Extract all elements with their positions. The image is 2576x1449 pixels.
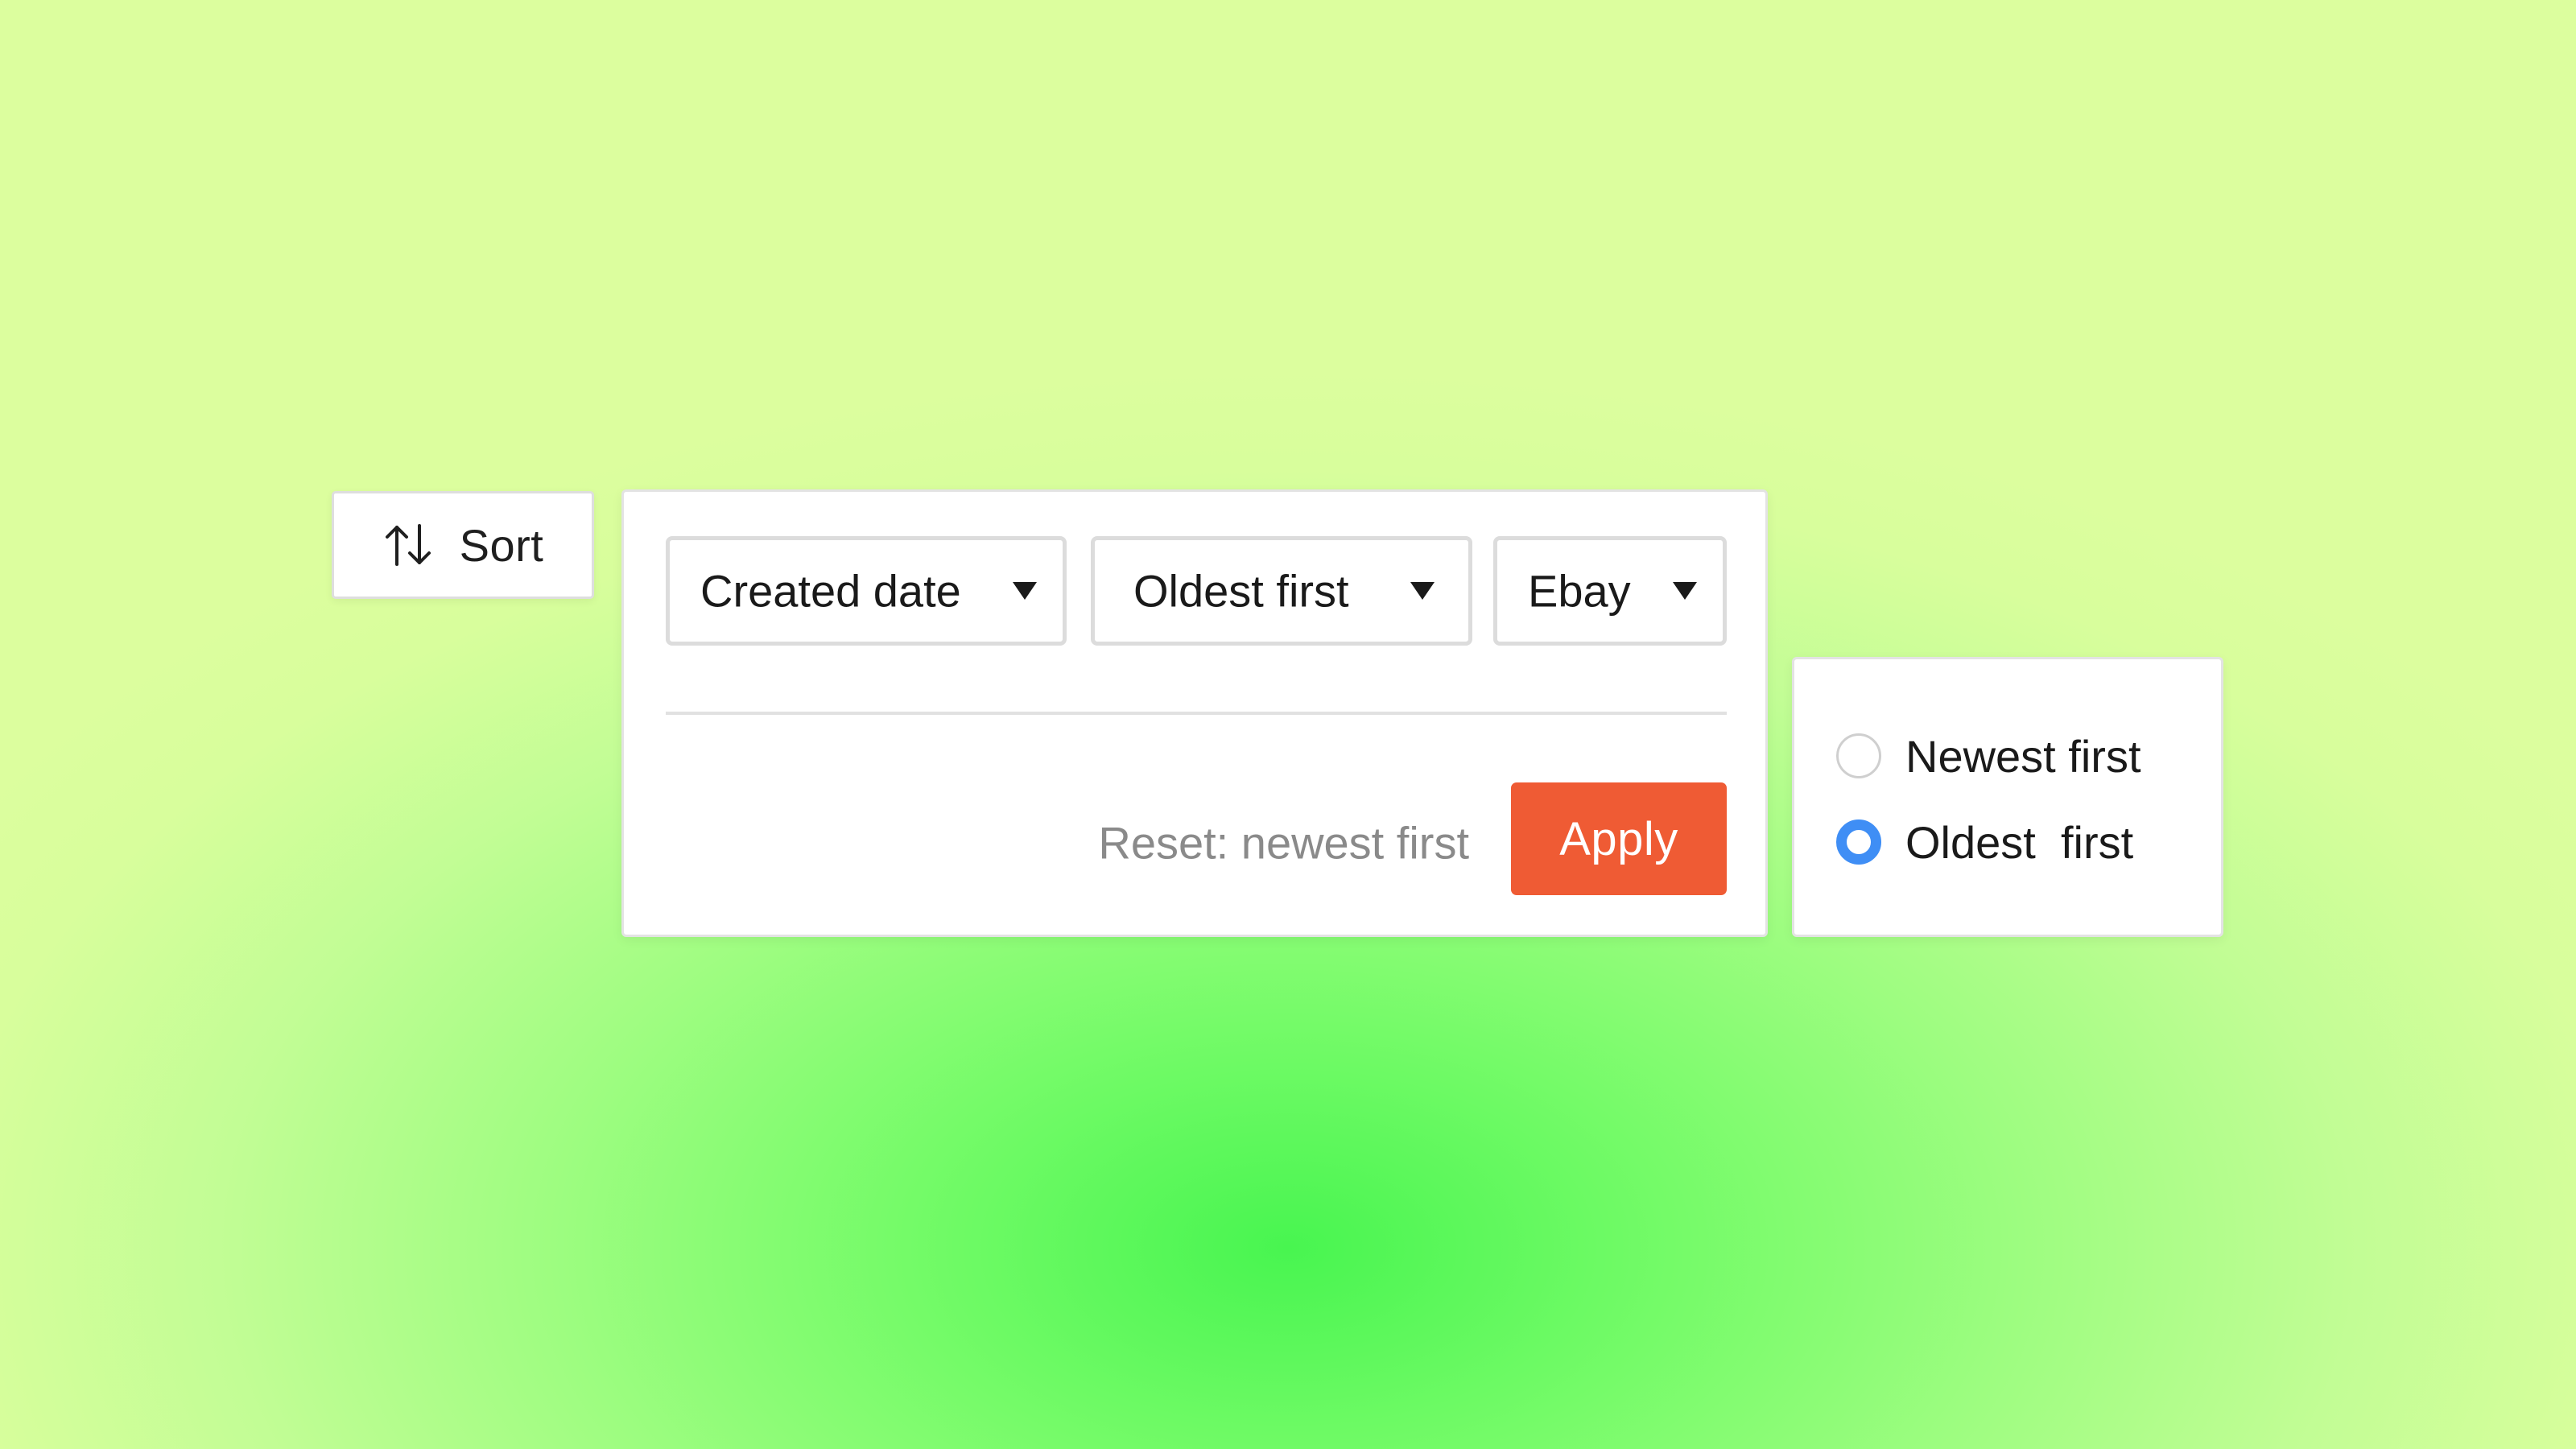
reset-link[interactable]: Reset: newest first [1098,817,1469,869]
radio-option-oldest-first[interactable]: Oldest first [1836,816,2134,868]
radio-label-oldest-first: Oldest first [1905,816,2134,868]
sort-button-label: Sort [459,519,544,571]
radio-option-newest-first[interactable]: Newest first [1836,730,2141,782]
apply-button[interactable]: Apply [1511,782,1727,895]
radio-newest-first[interactable] [1836,733,1881,778]
panel-divider [666,712,1727,715]
sort-field-select[interactable]: Created date [666,536,1067,646]
sort-order-value: Oldest first [1133,565,1349,617]
source-value: Ebay [1528,565,1631,617]
sort-panel: Created date Oldest first Ebay Reset: ne… [621,489,1768,937]
sort-field-value: Created date [700,565,961,617]
radio-label-newest-first: Newest first [1905,730,2141,782]
caret-down-icon [1673,582,1697,600]
caret-down-icon [1013,582,1037,600]
sort-button[interactable]: Sort [332,491,594,599]
sort-arrows-icon [385,524,431,566]
sort-order-select[interactable]: Oldest first [1091,536,1472,646]
caret-down-icon [1410,582,1435,600]
source-select[interactable]: Ebay [1493,536,1727,646]
sort-order-options-panel: Newest first Oldest first [1792,657,2223,937]
radio-oldest-first[interactable] [1836,819,1881,865]
